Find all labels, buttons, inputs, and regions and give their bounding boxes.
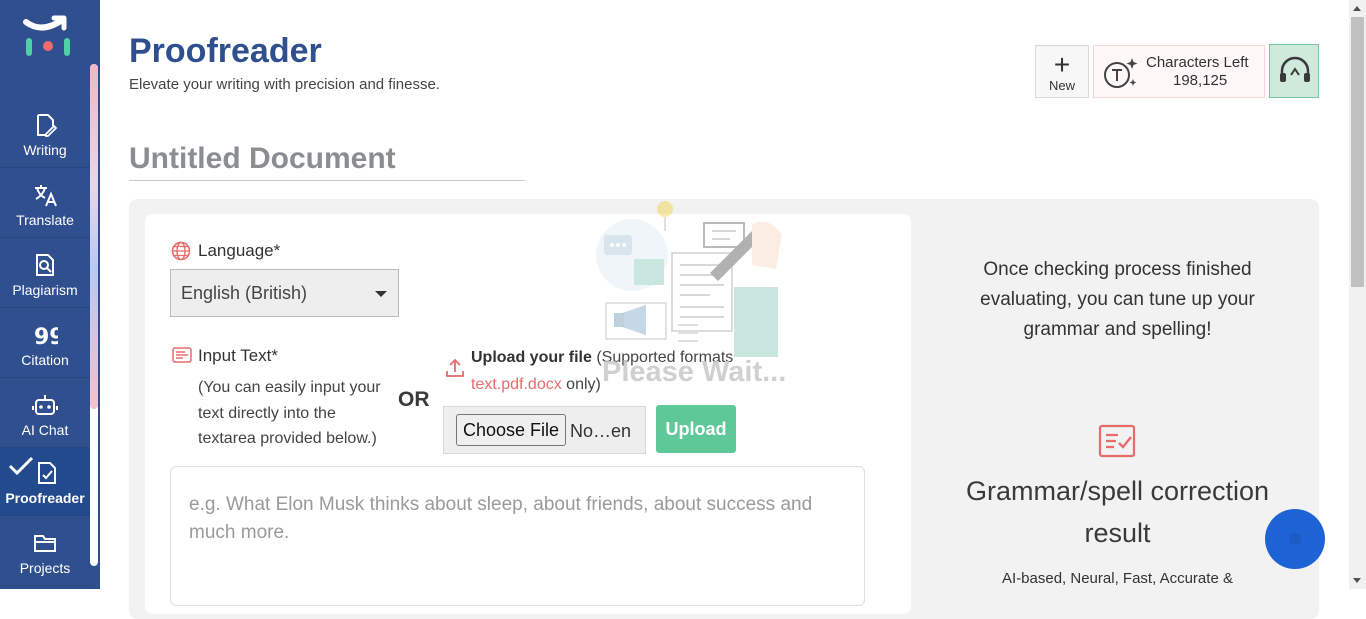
sidebar: Writing Translate Plagiarism 99 Citation… [0,0,100,589]
sidebar-item-ai-chat[interactable]: AI Chat [0,380,90,448]
plagiarism-icon [36,254,54,276]
sidebar-item-writing[interactable]: Writing [0,100,90,168]
sidebar-item-projects[interactable]: Projects [0,518,90,586]
folder-icon [34,535,56,552]
sidebar-item-label: Writing [23,142,67,158]
check-icon [8,456,34,476]
scroll-down-arrow-icon[interactable] [1353,578,1361,583]
sidebar-item-label: Proofreader [5,490,85,506]
page-scrollbar[interactable] [1349,0,1366,589]
sidebar-item-label: Plagiarism [12,282,78,298]
sidebar-item-label: Citation [21,352,69,368]
characters-left-value: 198,125 [1173,72,1228,89]
input-textarea[interactable]: e.g. What Elon Musk thinks about sleep, … [170,466,865,606]
sidebar-scrollbar-thumb[interactable] [90,64,98,409]
robot-icon [32,395,58,415]
loading-illustration [596,201,782,357]
upload-formats: text.pdf.docx [471,376,562,393]
quote-icon: 99 [34,325,58,348]
choose-file-button[interactable]: Choose File [456,414,566,446]
document-title[interactable]: Untitled Document [129,142,525,181]
ai-text-icon [1104,58,1138,88]
language-select[interactable]: English (British) [170,269,399,317]
sidebar-item-citation[interactable]: 99 Citation [0,310,90,378]
sidebar-item-label: Translate [16,212,74,228]
or-separator: OR [398,388,430,411]
sidebar-item-proofreader[interactable]: Proofreader [0,448,90,516]
edit-document-icon [37,114,58,137]
new-document-button[interactable]: + New [1035,45,1089,98]
loading-text: Please Wait... [602,356,787,388]
sidebar-item-label: AI Chat [21,422,69,438]
upload-button[interactable]: Upload [656,405,736,453]
app-logo[interactable] [22,12,74,64]
language-label: Language* [198,241,281,260]
characters-left-label: Characters Left [1146,54,1249,71]
page-scrollbar-thumb[interactable] [1351,17,1364,287]
proofread-icon [38,462,56,484]
page-title: Proofreader [129,32,322,70]
headset-icon [1280,56,1310,82]
sidebar-item-translate[interactable]: Translate [0,170,90,238]
sidebar-scrollbar[interactable] [90,64,98,566]
text-input-icon [172,347,192,363]
input-text-label: Input Text* [198,346,279,365]
no-file-chosen-text: No…en [570,421,632,441]
new-button-label: New [1048,78,1075,93]
characters-left-badge: Characters Left 198,125 [1093,45,1265,98]
result-subtitle: AI-based, Neural, Fast, Accurate & [1002,570,1233,587]
plus-icon: + [1053,49,1071,80]
translate-icon [35,185,57,207]
result-title: Grammar/spell correction result [965,476,1270,548]
sidebar-item-plagiarism[interactable]: Plagiarism [0,240,90,308]
chevron-down-icon [375,291,387,297]
language-select-value: English (British) [181,283,308,303]
upload-icon [446,358,464,377]
globe-icon [171,241,191,261]
page-subtitle: Elevate your writing with precision and … [129,76,440,93]
checklist-icon [1098,424,1136,458]
chat-icon [1289,533,1301,545]
file-input[interactable]: Choose File No…en [443,406,646,454]
scroll-up-arrow-icon[interactable] [1353,6,1361,11]
chat-widget-button[interactable] [1265,509,1325,569]
input-text-hint: (You can easily input your text directly… [198,379,381,447]
svg-text:99: 99 [34,325,58,348]
support-button[interactable] [1269,44,1319,98]
info-message: Once checking process finished evaluatin… [980,259,1255,340]
sidebar-item-label: Projects [19,560,71,576]
